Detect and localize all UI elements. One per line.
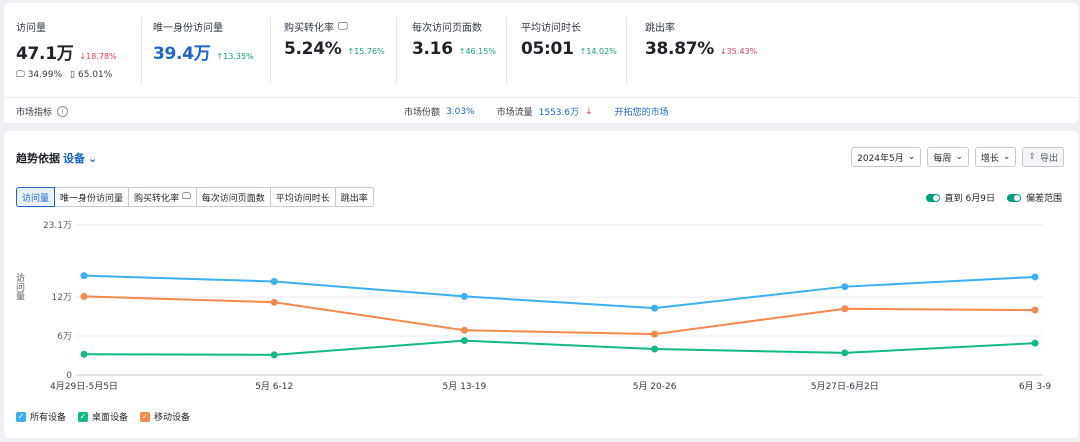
mobile-icon: ▯ <box>70 70 75 80</box>
metric-change: ↓35.43% <box>720 47 758 56</box>
data-point <box>651 330 659 338</box>
desktop-share: 34.99% <box>27 70 63 80</box>
metric-value: 5.24% <box>284 39 342 59</box>
legend-label: 桌面设备 <box>92 413 129 423</box>
metric-avg-duration[interactable]: 平均访问时长 05:01 ↑14.02% <box>521 19 617 60</box>
metric-label: 唯一身份访问量 <box>153 22 223 34</box>
data-point <box>80 350 88 358</box>
data-point <box>80 292 88 300</box>
data-point <box>270 351 278 359</box>
market-traffic-label: 市场流量 <box>496 108 533 118</box>
legend-item[interactable]: ✓ 所有设备 <box>16 410 66 423</box>
x-tick-label: 5月 13-19 <box>443 381 487 392</box>
x-tick-label: 4月29日-5月5日 <box>50 381 118 392</box>
mobile-share: 65.01% <box>77 70 113 80</box>
data-point <box>841 305 849 313</box>
series-line <box>83 339 1036 356</box>
tab-visits[interactable]: 访问量 <box>16 187 56 207</box>
metric-value: 3.16 <box>412 39 453 59</box>
x-tick-label: 6月 3-9 <box>1019 381 1052 392</box>
market-indicator-label: 市场指标 <box>16 108 53 118</box>
desktop-icon: 🖵 <box>16 70 25 80</box>
data-point <box>80 272 88 280</box>
metric-pages-per-visit[interactable]: 每次访问页面数 3.16 ↑46.15% <box>412 19 496 60</box>
metric-label: 平均访问时长 <box>521 22 581 34</box>
data-point <box>270 298 278 306</box>
chart-legend: ✓ 所有设备 ✓ 桌面设备 ✓ 移动设备 <box>16 410 190 423</box>
data-point <box>460 326 468 334</box>
checkbox-icon: ✓ <box>140 411 151 422</box>
trend-chart: 0 6万 12万 23.1万 4月29日-5月5日 5月 6-12 5月 13-19 5月 2… <box>43 221 1052 392</box>
data-point <box>1031 339 1039 347</box>
arrow-down-icon: ↓ <box>585 106 593 117</box>
data-point <box>460 337 468 345</box>
metric-change: ↑13.35% <box>216 52 254 61</box>
metrics-panel: 访问量 47.1万 ↓18.78% 🖵 34.99% ▯ 65.01% 唯一身份访问… <box>4 3 1078 123</box>
market-share-value: 3.03% <box>446 106 475 117</box>
data-point <box>460 292 468 300</box>
market-traffic-value: 1553.6万 <box>538 108 580 118</box>
desktop-icon: 🖵 <box>338 20 348 32</box>
metric-bounce-rate[interactable]: 跳出率 38.87% ↓35.43% <box>645 19 758 60</box>
y-tick-label: 23.1万 <box>43 221 72 231</box>
metric-value: 05:01 <box>521 39 574 59</box>
info-icon[interactable]: i <box>57 106 69 117</box>
metric-change: ↓18.78% <box>79 52 117 61</box>
metric-visits[interactable]: 访问量 47.1万 ↓18.78% 🖵 34.99% ▯ 65.01% <box>16 19 117 81</box>
metric-label: 每次访问页面数 <box>412 22 482 34</box>
y-tick-label: 6万 <box>57 332 72 342</box>
data-point <box>1031 306 1039 314</box>
x-tick-label: 5月 20-26 <box>633 381 677 392</box>
metric-change: ↑46.15% <box>458 47 496 56</box>
trend-panel: 趋势依据 设备 ⌄ 2024年5月 ⌄ 每周 ⌄ 增长 ⌄ ⇪ 导出 访问量 唯一身份访问… <box>4 131 1078 438</box>
data-point <box>1031 273 1039 281</box>
metric-conversion[interactable]: 购买转化率 🖵 5.24% ↑15.76% <box>284 19 385 60</box>
checkbox-icon: ✓ <box>16 411 26 422</box>
y-tick-label: 0 <box>66 371 72 381</box>
data-point <box>651 304 659 312</box>
explore-market-link[interactable]: 开拓您的市场 <box>615 105 669 118</box>
metric-value: 47.1万 <box>16 44 74 64</box>
metric-value: 39.4万 <box>153 44 211 64</box>
data-point <box>841 349 849 357</box>
market-bar: 市场指标 i 市场份额 3.03% 市场流量 1553.6万 ↓ 开拓您的市场 <box>4 97 1078 123</box>
metric-label: 跳出率 <box>645 22 675 34</box>
metric-unique-visits[interactable]: 唯一身份访问量 39.4万 ↑13.35% <box>153 19 254 65</box>
legend-label: 所有设备 <box>30 413 67 423</box>
x-tick-label: 5月 6-12 <box>255 381 293 392</box>
metric-value: 38.87% <box>645 39 715 59</box>
metric-change: ↑15.76% <box>347 47 385 56</box>
y-tick-label: 12万 <box>52 293 72 303</box>
market-share-label: 市场份额 <box>404 108 441 118</box>
data-point <box>841 283 849 291</box>
legend-item[interactable]: ✓ 桌面设备 <box>78 410 128 423</box>
metric-label: 购买转化率 🖵 <box>284 20 348 34</box>
checkbox-icon: ✓ <box>78 411 89 422</box>
data-point <box>651 345 659 353</box>
legend-item[interactable]: ✓ 移动设备 <box>140 410 190 423</box>
data-point <box>270 277 278 285</box>
series-line <box>83 274 1036 310</box>
x-tick-label: 5月27日-6月2日 <box>811 381 879 392</box>
metric-change: ↑14.02% <box>579 47 617 56</box>
metric-label: 访问量 <box>16 22 46 34</box>
arrow-down-icon: ↓ <box>720 47 727 56</box>
legend-label: 移动设备 <box>154 413 191 423</box>
